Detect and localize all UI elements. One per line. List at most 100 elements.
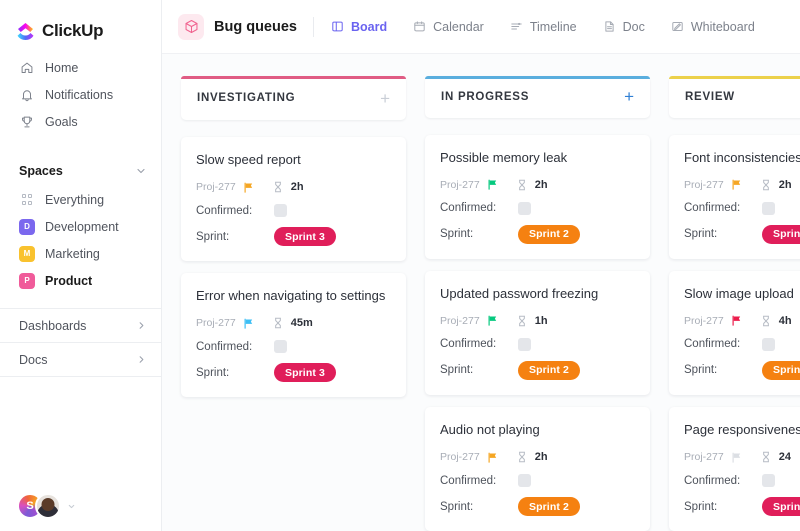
- task-time-estimate: 45m: [290, 317, 313, 330]
- sidebar-item-everything[interactable]: Everything: [0, 186, 161, 213]
- priority-flag-icon[interactable]: [731, 451, 743, 463]
- sprint-badge[interactable]: Sprint 3: [274, 227, 336, 247]
- tab-doc[interactable]: Doc: [590, 12, 658, 42]
- tab-board[interactable]: Board: [318, 12, 400, 42]
- tab-calendar[interactable]: Calendar: [400, 12, 497, 42]
- confirmed-checkbox[interactable]: [274, 204, 287, 218]
- field-sprint: Sprint: Sprint 2: [440, 497, 635, 516]
- sidebar-item-dashboards[interactable]: Dashboards: [0, 309, 161, 343]
- view-title[interactable]: Bug queues: [178, 13, 313, 40]
- column-title: REVIEW: [685, 90, 735, 103]
- sprint-badge[interactable]: Sprint 3: [762, 497, 800, 516]
- task-card[interactable]: Error when navigating to settings Proj-2…: [181, 273, 406, 398]
- task-card[interactable]: Updated password freezing Proj-277 1h Co…: [425, 270, 650, 395]
- caret-down-icon[interactable]: [67, 502, 76, 511]
- task-project-id: Proj-277: [684, 178, 724, 191]
- doc-icon: [603, 20, 616, 33]
- task-meta: Proj-277 2h: [440, 451, 635, 463]
- field-sprint: Sprint: Sprint 2: [440, 360, 635, 380]
- space-label: Everything: [45, 192, 105, 207]
- task-card[interactable]: Slow image upload Proj-277 4h Confirmed:…: [669, 270, 800, 395]
- user-avatar-photo[interactable]: [35, 493, 61, 519]
- field-confirmed: Confirmed:: [684, 337, 800, 351]
- task-project-id: Proj-277: [684, 314, 724, 327]
- sidebar-item-docs[interactable]: Docs: [0, 343, 161, 377]
- grid-dots-icon: [19, 192, 35, 208]
- field-confirmed: Confirmed:: [684, 201, 800, 215]
- brand[interactable]: ClickUp: [0, 0, 161, 46]
- sidebar-account-bar: S: [0, 481, 161, 531]
- confirmed-checkbox[interactable]: [762, 474, 775, 487]
- task-card[interactable]: Slow speed report Proj-277 2h Confirmed:…: [181, 137, 406, 262]
- task-card[interactable]: Possible memory leak Proj-277 2h Confirm…: [425, 134, 650, 259]
- confirmed-checkbox[interactable]: [518, 201, 531, 215]
- task-title: Slow speed report: [196, 152, 301, 167]
- space-label: Marketing: [45, 246, 100, 261]
- field-label-sprint: Sprint:: [196, 366, 230, 379]
- task-time-estimate: 2h: [534, 451, 548, 463]
- priority-flag-icon[interactable]: [243, 181, 255, 193]
- task-meta: Proj-277 2h: [196, 181, 391, 193]
- field-sprint: Sprint: Sprint 2: [440, 224, 635, 244]
- field-label-confirmed: Confirmed:: [196, 340, 253, 353]
- field-label-confirmed: Confirmed:: [684, 338, 741, 351]
- field-label-confirmed: Confirmed:: [440, 202, 497, 215]
- column-title: INVESTIGATING: [197, 92, 296, 104]
- sidebar-item-home[interactable]: Home: [0, 54, 161, 81]
- task-title: Possible memory leak: [440, 149, 568, 165]
- priority-flag-icon[interactable]: [487, 179, 499, 191]
- topbar: Bug queues Board Calendar Timeline Doc W…: [162, 0, 800, 54]
- sidebar-item-development[interactable]: D Development: [0, 213, 161, 240]
- confirmed-checkbox[interactable]: [762, 337, 775, 351]
- tab-label: Board: [350, 19, 388, 34]
- spaces-title: Spaces: [19, 164, 63, 178]
- sprint-badge[interactable]: Sprint 2: [518, 497, 580, 516]
- sprint-badge[interactable]: Sprint 3: [274, 363, 336, 383]
- priority-flag-icon[interactable]: [731, 315, 743, 327]
- main-area: Bug queues Board Calendar Timeline Doc W…: [162, 0, 800, 531]
- confirmed-checkbox[interactable]: [274, 340, 287, 354]
- field-label-sprint: Sprint:: [684, 228, 718, 241]
- time-estimate-icon: [761, 315, 772, 327]
- add-task-icon[interactable]: +: [624, 88, 634, 105]
- priority-flag-icon[interactable]: [731, 179, 743, 191]
- sprint-badge[interactable]: Sprint 2: [762, 360, 800, 380]
- tab-whiteboard[interactable]: Whiteboard: [658, 12, 768, 42]
- task-project-id: Proj-277: [440, 178, 480, 191]
- priority-flag-icon[interactable]: [243, 317, 255, 329]
- chevron-down-icon[interactable]: [135, 165, 147, 177]
- task-card[interactable]: Font inconsistencies Proj-277 2h Confirm…: [669, 134, 800, 259]
- time-estimate-icon: [273, 181, 284, 193]
- task-card[interactable]: Page responsiveness Issu Proj-277 24: [669, 406, 800, 531]
- chevron-right-icon: [136, 354, 147, 365]
- sidebar-item-product[interactable]: P Product: [0, 267, 161, 294]
- task-card[interactable]: Audio not playing Proj-277 2h Confirmed:…: [425, 406, 650, 531]
- add-task-icon[interactable]: +: [380, 90, 390, 107]
- spaces-section-header[interactable]: Spaces: [0, 156, 161, 186]
- confirmed-checkbox[interactable]: [518, 474, 531, 487]
- tab-timeline[interactable]: Timeline: [497, 12, 590, 42]
- whiteboard-icon: [671, 20, 684, 33]
- time-estimate-icon: [517, 179, 528, 191]
- clickup-logo-icon: [17, 22, 34, 41]
- column-header: REVIEW: [669, 76, 800, 118]
- sidebar-item-goals[interactable]: Goals: [0, 108, 161, 135]
- task-project-id: Proj-277: [196, 181, 236, 194]
- confirmed-checkbox[interactable]: [518, 337, 531, 351]
- time-estimate-icon: [517, 315, 528, 327]
- field-label-sprint: Sprint:: [440, 364, 474, 377]
- brand-name: ClickUp: [42, 21, 104, 40]
- priority-flag-icon[interactable]: [487, 451, 499, 463]
- sidebar-item-marketing[interactable]: M Marketing: [0, 240, 161, 267]
- sprint-badge[interactable]: Sprint 2: [518, 224, 580, 244]
- field-sprint: Sprint: Sprint 2: [684, 360, 800, 380]
- field-label-sprint: Sprint:: [684, 364, 718, 377]
- field-confirmed: Confirmed:: [440, 474, 635, 487]
- sprint-badge[interactable]: Sprint 3: [762, 224, 800, 244]
- sprint-badge[interactable]: Sprint 2: [518, 360, 580, 380]
- task-time-estimate: 1h: [534, 314, 548, 327]
- confirmed-checkbox[interactable]: [762, 201, 775, 215]
- sidebar-item-notifications[interactable]: Notifications: [0, 81, 161, 108]
- time-estimate-icon: [517, 451, 528, 463]
- priority-flag-icon[interactable]: [487, 315, 499, 327]
